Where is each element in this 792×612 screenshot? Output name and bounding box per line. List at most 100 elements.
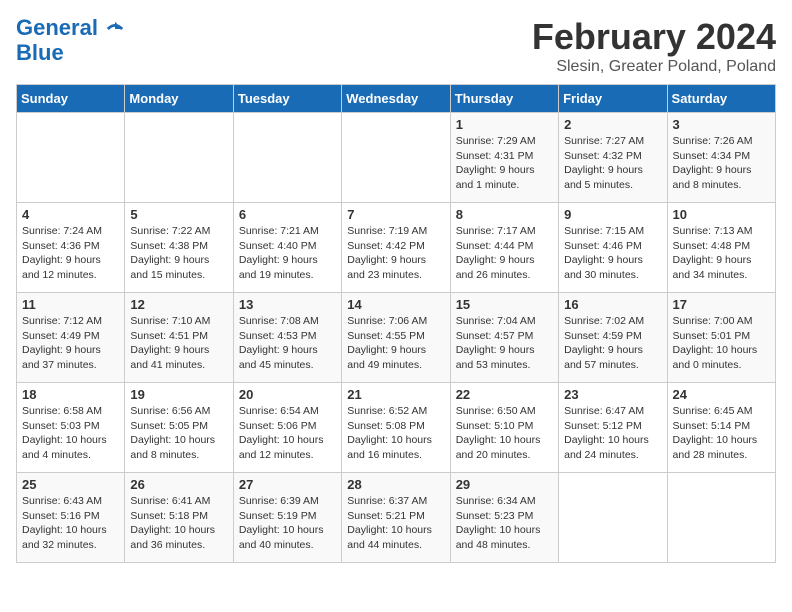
calendar-title: February 2024 [532, 16, 776, 58]
day-number: 22 [456, 387, 553, 402]
calendar-cell: 11 Sunrise: 7:12 AM Sunset: 4:49 PM Dayli… [17, 293, 125, 383]
day-number: 11 [22, 297, 119, 312]
day-info: Sunrise: 6:34 AM Sunset: 5:23 PM Dayligh… [456, 494, 553, 553]
day-info: Sunrise: 6:58 AM Sunset: 5:03 PM Dayligh… [22, 404, 119, 463]
week-row-0: 1 Sunrise: 7:29 AM Sunset: 4:31 PM Daylig… [17, 113, 776, 203]
day-number: 20 [239, 387, 336, 402]
calendar-cell: 3Sunrise: 7:26 AM Sunset: 4:34 PM Daylig… [667, 113, 775, 203]
calendar-cell: 29 Sunrise: 6:34 AM Sunset: 5:23 PM Dayli… [450, 473, 558, 563]
calendar-cell: 23 Sunrise: 6:47 AM Sunset: 5:12 PM Dayli… [559, 383, 667, 473]
week-row-3: 18 Sunrise: 6:58 AM Sunset: 5:03 PM Dayli… [17, 383, 776, 473]
calendar-cell: 8 Sunrise: 7:17 AM Sunset: 4:44 PM Daylig… [450, 203, 558, 293]
calendar-cell: 24Sunrise: 6:45 AM Sunset: 5:14 PM Dayli… [667, 383, 775, 473]
calendar-cell: 12 Sunrise: 7:10 AM Sunset: 4:51 PM Dayli… [125, 293, 233, 383]
day-number: 5 [130, 207, 227, 222]
calendar-cell: 17Sunrise: 7:00 AM Sunset: 5:01 PM Dayli… [667, 293, 775, 383]
day-info: Sunrise: 7:27 AM Sunset: 4:32 PM Dayligh… [564, 134, 661, 193]
day-info: Sunrise: 7:29 AM Sunset: 4:31 PM Dayligh… [456, 134, 553, 193]
calendar-cell [233, 113, 341, 203]
calendar-cell: 6 Sunrise: 7:21 AM Sunset: 4:40 PM Daylig… [233, 203, 341, 293]
day-number: 28 [347, 477, 444, 492]
calendar-cell [559, 473, 667, 563]
calendar-cell [17, 113, 125, 203]
day-number: 23 [564, 387, 661, 402]
weekday-header-thursday: Thursday [450, 85, 558, 113]
day-info: Sunrise: 7:13 AM Sunset: 4:48 PM Dayligh… [673, 224, 770, 283]
weekday-header-tuesday: Tuesday [233, 85, 341, 113]
calendar-cell: 7 Sunrise: 7:19 AM Sunset: 4:42 PM Daylig… [342, 203, 450, 293]
weekday-header-saturday: Saturday [667, 85, 775, 113]
day-info: Sunrise: 7:19 AM Sunset: 4:42 PM Dayligh… [347, 224, 444, 283]
calendar-cell: 2Sunrise: 7:27 AM Sunset: 4:32 PM Daylig… [559, 113, 667, 203]
logo-text: General [16, 16, 124, 40]
day-info: Sunrise: 7:17 AM Sunset: 4:44 PM Dayligh… [456, 224, 553, 283]
calendar-cell: 10 Sunrise: 7:13 AM Sunset: 4:48 PM Dayli… [667, 203, 775, 293]
weekday-header-friday: Friday [559, 85, 667, 113]
day-number: 6 [239, 207, 336, 222]
weekday-header-row: SundayMondayTuesdayWednesdayThursdayFrid… [17, 85, 776, 113]
calendar-cell: 4Sunrise: 7:24 AM Sunset: 4:36 PM Daylig… [17, 203, 125, 293]
day-info: Sunrise: 6:37 AM Sunset: 5:21 PM Dayligh… [347, 494, 444, 553]
day-number: 12 [130, 297, 227, 312]
title-block: February 2024 Slesin, Greater Poland, Po… [532, 16, 776, 76]
calendar-cell: 25 Sunrise: 6:43 AM Sunset: 5:16 PM Dayli… [17, 473, 125, 563]
day-info: Sunrise: 6:54 AM Sunset: 5:06 PM Dayligh… [239, 404, 336, 463]
calendar-cell: 15 Sunrise: 7:04 AM Sunset: 4:57 PM Dayli… [450, 293, 558, 383]
logo-blue: Blue [16, 40, 124, 66]
day-info: Sunrise: 7:21 AM Sunset: 4:40 PM Dayligh… [239, 224, 336, 283]
calendar-cell: 14 Sunrise: 7:06 AM Sunset: 4:55 PM Dayli… [342, 293, 450, 383]
header: General Blue February 2024 Slesin, Great… [16, 16, 776, 76]
day-number: 4 [22, 207, 119, 222]
calendar-cell: 13Sunrise: 7:08 AM Sunset: 4:53 PM Dayli… [233, 293, 341, 383]
day-info: Sunrise: 7:02 AM Sunset: 4:59 PM Dayligh… [564, 314, 661, 373]
week-row-4: 25 Sunrise: 6:43 AM Sunset: 5:16 PM Dayli… [17, 473, 776, 563]
calendar-cell: 9Sunrise: 7:15 AM Sunset: 4:46 PM Daylig… [559, 203, 667, 293]
calendar-cell: 28 Sunrise: 6:37 AM Sunset: 5:21 PM Dayli… [342, 473, 450, 563]
day-number: 29 [456, 477, 553, 492]
calendar-cell: 21 Sunrise: 6:52 AM Sunset: 5:08 PM Dayli… [342, 383, 450, 473]
day-number: 27 [239, 477, 336, 492]
day-number: 16 [564, 297, 661, 312]
week-row-2: 11 Sunrise: 7:12 AM Sunset: 4:49 PM Dayli… [17, 293, 776, 383]
calendar-cell: 26 Sunrise: 6:41 AM Sunset: 5:18 PM Dayli… [125, 473, 233, 563]
day-info: Sunrise: 6:56 AM Sunset: 5:05 PM Dayligh… [130, 404, 227, 463]
day-info: Sunrise: 7:06 AM Sunset: 4:55 PM Dayligh… [347, 314, 444, 373]
day-number: 21 [347, 387, 444, 402]
day-number: 17 [673, 297, 770, 312]
calendar-cell: 19 Sunrise: 6:56 AM Sunset: 5:05 PM Dayli… [125, 383, 233, 473]
calendar-cell: 18 Sunrise: 6:58 AM Sunset: 5:03 PM Dayli… [17, 383, 125, 473]
calendar-subtitle: Slesin, Greater Poland, Poland [532, 58, 776, 76]
day-info: Sunrise: 6:43 AM Sunset: 5:16 PM Dayligh… [22, 494, 119, 553]
weekday-header-sunday: Sunday [17, 85, 125, 113]
day-info: Sunrise: 6:52 AM Sunset: 5:08 PM Dayligh… [347, 404, 444, 463]
day-number: 8 [456, 207, 553, 222]
day-info: Sunrise: 6:39 AM Sunset: 5:19 PM Dayligh… [239, 494, 336, 553]
day-number: 1 [456, 117, 553, 132]
calendar-cell [667, 473, 775, 563]
calendar-cell [125, 113, 233, 203]
logo: General Blue [16, 16, 124, 66]
day-number: 26 [130, 477, 227, 492]
day-info: Sunrise: 7:22 AM Sunset: 4:38 PM Dayligh… [130, 224, 227, 283]
day-info: Sunrise: 6:47 AM Sunset: 5:12 PM Dayligh… [564, 404, 661, 463]
day-info: Sunrise: 6:41 AM Sunset: 5:18 PM Dayligh… [130, 494, 227, 553]
day-info: Sunrise: 7:12 AM Sunset: 4:49 PM Dayligh… [22, 314, 119, 373]
calendar-cell: 16 Sunrise: 7:02 AM Sunset: 4:59 PM Dayli… [559, 293, 667, 383]
calendar-cell: 5 Sunrise: 7:22 AM Sunset: 4:38 PM Daylig… [125, 203, 233, 293]
day-number: 3 [673, 117, 770, 132]
day-info: Sunrise: 7:15 AM Sunset: 4:46 PM Dayligh… [564, 224, 661, 283]
calendar-table: SundayMondayTuesdayWednesdayThursdayFrid… [16, 84, 776, 563]
day-number: 15 [456, 297, 553, 312]
day-info: Sunrise: 7:10 AM Sunset: 4:51 PM Dayligh… [130, 314, 227, 373]
day-number: 10 [673, 207, 770, 222]
day-number: 14 [347, 297, 444, 312]
day-info: Sunrise: 7:04 AM Sunset: 4:57 PM Dayligh… [456, 314, 553, 373]
day-number: 19 [130, 387, 227, 402]
week-row-1: 4Sunrise: 7:24 AM Sunset: 4:36 PM Daylig… [17, 203, 776, 293]
day-number: 18 [22, 387, 119, 402]
weekday-header-wednesday: Wednesday [342, 85, 450, 113]
day-number: 7 [347, 207, 444, 222]
day-number: 25 [22, 477, 119, 492]
day-info: Sunrise: 7:08 AM Sunset: 4:53 PM Dayligh… [239, 314, 336, 373]
calendar-cell: 20 Sunrise: 6:54 AM Sunset: 5:06 PM Dayli… [233, 383, 341, 473]
